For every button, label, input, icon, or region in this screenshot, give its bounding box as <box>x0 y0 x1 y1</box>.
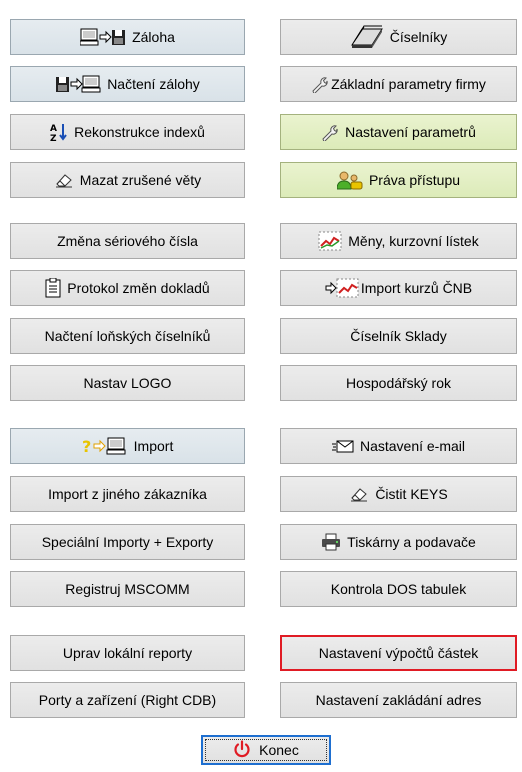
import-from-other-customer-button[interactable]: Import z jiného zákazníka <box>10 476 245 512</box>
check-dos-tables-label: Kontrola DOS tabulek <box>330 581 467 597</box>
rebuild-indexes-label: Rekonstrukce indexů <box>74 124 205 140</box>
access-rights-button[interactable]: Práva přístupu <box>280 162 517 198</box>
import-icon: ? <box>82 436 128 456</box>
backup-button[interactable]: Záloha <box>10 19 245 55</box>
import-label: Import <box>133 438 174 454</box>
eraser-icon <box>349 486 369 502</box>
restore-backup-label: Načtení zálohy <box>107 76 200 92</box>
currencies-exchange-rates-label: Měny, kurzovní lístek <box>348 233 479 249</box>
backup-to-disk-icon <box>80 27 126 47</box>
access-rights-label: Práva přístupu <box>368 172 461 188</box>
printer-icon <box>321 533 341 551</box>
set-logo-button[interactable]: Nastav LOGO <box>10 365 245 401</box>
special-imports-exports-label: Speciální Importy + Exporty <box>41 534 214 550</box>
email-settings-label: Nastavení e-mail <box>359 438 466 454</box>
address-creation-settings-button[interactable]: Nastavení zakládání adres <box>280 682 517 718</box>
warehouses-codelist-button[interactable]: Číselník Sklady <box>280 318 517 354</box>
restore-backup-button[interactable]: Načtení zálohy <box>10 66 245 102</box>
currencies-exchange-rates-button[interactable]: Měny, kurzovní lístek <box>280 223 517 259</box>
users-key-icon <box>336 170 363 190</box>
company-basic-parameters-button[interactable]: Základní parametry firmy <box>280 66 517 102</box>
change-serial-number-button[interactable]: Změna sériového čísla <box>10 223 245 259</box>
amount-calculation-settings-button[interactable]: Nastavení výpočtů částek <box>280 635 517 671</box>
parameter-settings-label: Nastavení parametrů <box>345 124 476 140</box>
document-changes-log-button[interactable]: Protokol změn dokladů <box>10 270 245 306</box>
sort-az-icon: AZ <box>50 122 68 142</box>
amount-calculation-settings-label: Nastavení výpočtů částek <box>318 645 479 661</box>
warehouses-codelist-label: Číselník Sklady <box>350 328 447 344</box>
change-serial-number-label: Změna sériového čísla <box>57 233 198 249</box>
backup-label: Záloha <box>132 29 175 45</box>
load-last-year-codelists-label: Načtení loňských číselníků <box>44 328 211 344</box>
exit-button[interactable]: Konec <box>201 735 331 765</box>
address-creation-settings-label: Nastavení zakládání adres <box>315 692 482 708</box>
import-cnb-rates-label: Import kurzů ČNB <box>360 280 473 296</box>
ports-devices-label: Porty a zařízení (Right CDB) <box>38 692 217 708</box>
parameter-settings-button[interactable]: Nastavení parametrů <box>280 114 517 150</box>
check-dos-tables-button[interactable]: Kontrola DOS tabulek <box>280 571 517 607</box>
edit-local-reports-button[interactable]: Uprav lokální reporty <box>10 635 245 671</box>
import-from-other-customer-label: Import z jiného zákazníka <box>48 486 207 502</box>
fiscal-year-label: Hospodářský rok <box>345 375 452 391</box>
edit-local-reports-label: Uprav lokální reporty <box>62 645 193 661</box>
email-settings-button[interactable]: Nastavení e-mail <box>280 428 517 464</box>
import-button[interactable]: ? Import <box>10 428 245 464</box>
fiscal-year-button[interactable]: Hospodářský rok <box>280 365 517 401</box>
printers-feeders-label: Tiskárny a podavače <box>347 534 476 550</box>
svg-text:A: A <box>50 124 57 134</box>
restore-from-disk-icon <box>55 74 101 94</box>
wrench-icon <box>321 123 339 141</box>
register-mscomm-button[interactable]: Registruj MSCOMM <box>10 571 245 607</box>
eraser-icon <box>54 172 74 188</box>
power-icon <box>233 739 251 761</box>
file-stack-icon <box>350 25 384 49</box>
codelists-label: Číselníky <box>389 29 448 45</box>
svg-text:Z: Z <box>50 134 57 142</box>
codelists-button[interactable]: Číselníky <box>280 19 517 55</box>
register-mscomm-label: Registruj MSCOMM <box>65 581 190 597</box>
load-last-year-codelists-button[interactable]: Načtení loňských číselníků <box>10 318 245 354</box>
delete-cancelled-rows-button[interactable]: Mazat zrušené věty <box>10 162 245 198</box>
printers-feeders-button[interactable]: Tiskárny a podavače <box>280 524 517 560</box>
chart-import-icon <box>325 278 359 298</box>
import-cnb-rates-button[interactable]: Import kurzů ČNB <box>280 270 517 306</box>
rebuild-indexes-button[interactable]: AZ Rekonstrukce indexů <box>10 114 245 150</box>
special-imports-exports-button[interactable]: Speciální Importy + Exporty <box>10 524 245 560</box>
chart-line-icon <box>318 231 342 251</box>
document-icon <box>45 278 61 298</box>
document-changes-log-label: Protokol změn dokladů <box>67 280 210 296</box>
delete-cancelled-rows-label: Mazat zrušené věty <box>79 172 202 188</box>
company-basic-parameters-label: Základní parametry firmy <box>331 76 486 92</box>
wrench-icon <box>311 75 329 93</box>
clear-keys-button[interactable]: Čistit KEYS <box>280 476 517 512</box>
set-logo-label: Nastav LOGO <box>83 375 172 391</box>
svg-text:?: ? <box>82 437 91 456</box>
envelope-icon <box>331 438 354 454</box>
exit-label: Konec <box>259 742 299 758</box>
ports-devices-button[interactable]: Porty a zařízení (Right CDB) <box>10 682 245 718</box>
clear-keys-label: Čistit KEYS <box>375 486 448 502</box>
